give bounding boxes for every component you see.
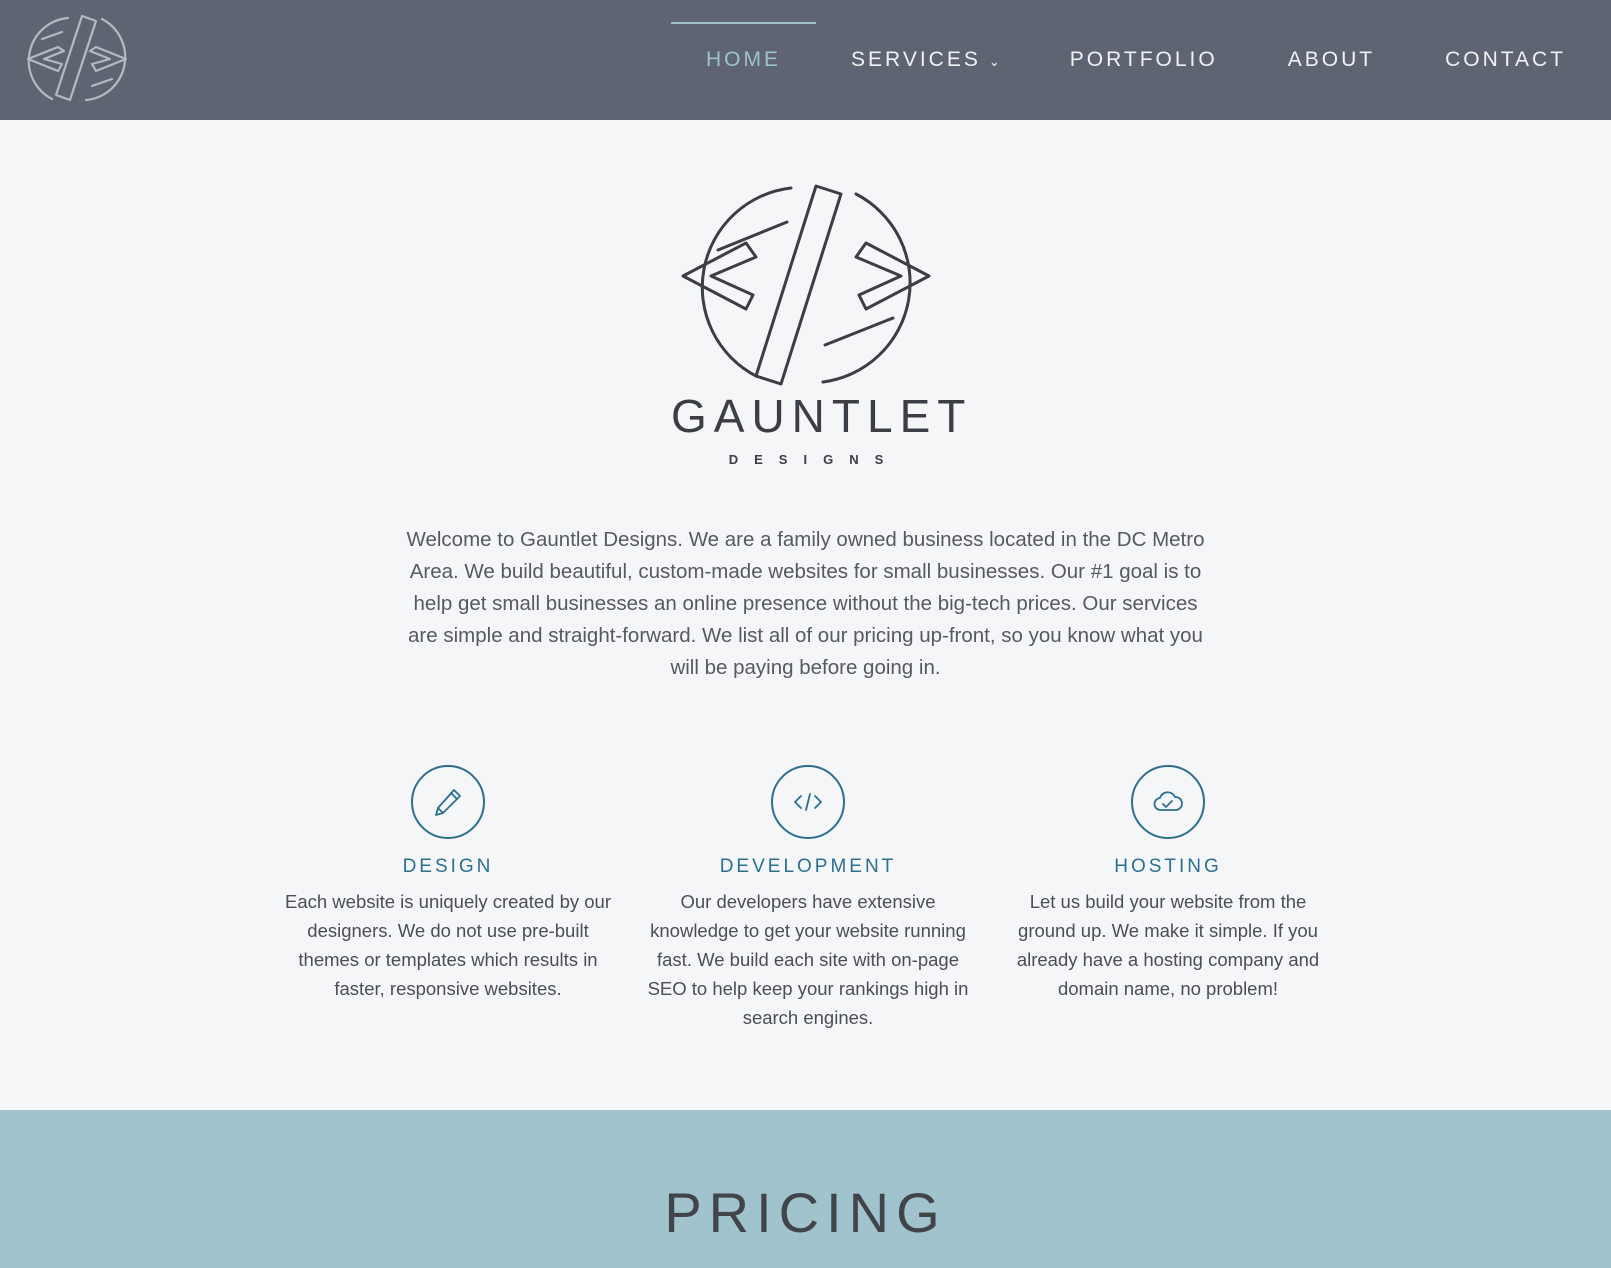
feature-development: DEVELOPMENT Our developers have extensiv… bbox=[643, 765, 973, 1032]
nav-about-label: ABOUT bbox=[1287, 48, 1376, 71]
feature-development-icon-circle bbox=[771, 765, 845, 839]
chevron-down-icon: ⌄ bbox=[988, 54, 1000, 69]
intro-text: Welcome to Gauntlet Designs. We are a fa… bbox=[406, 528, 1205, 679]
feature-development-title: DEVELOPMENT bbox=[719, 856, 897, 877]
feature-hosting-title: HOSTING bbox=[1114, 856, 1222, 877]
feature-hosting: HOSTING Let us build your website from t… bbox=[1003, 765, 1333, 1003]
nav-portfolio-label: PORTFOLIO bbox=[1069, 48, 1218, 71]
feature-design-title: DESIGN bbox=[402, 856, 494, 877]
code-icon bbox=[794, 793, 822, 811]
hero-logo: GAUNTLET DESIGNS bbox=[671, 180, 973, 480]
nav-contact[interactable]: CONTACT bbox=[1410, 0, 1611, 120]
pencil-icon bbox=[435, 789, 461, 816]
nav-logo[interactable] bbox=[22, 9, 132, 109]
feature-design-icon-circle bbox=[411, 765, 485, 839]
nav-portfolio[interactable]: PORTFOLIO bbox=[1035, 0, 1253, 120]
feature-design-text: Each website is uniquely created by our … bbox=[285, 891, 611, 999]
pricing-section: PRICING bbox=[0, 1110, 1611, 1268]
gauntlet-logo-icon bbox=[26, 14, 128, 102]
nav-about[interactable]: ABOUT bbox=[1253, 0, 1410, 120]
navbar: HOME SERVICES ⌄ PORTFOLIO ABOUT CONTACT bbox=[0, 0, 1611, 120]
main-nav: HOME SERVICES ⌄ PORTFOLIO ABOUT CONTACT bbox=[671, 0, 1611, 120]
nav-home-label: HOME bbox=[706, 48, 782, 71]
feature-development-text: Our developers have extensive knowledge … bbox=[647, 891, 969, 1028]
feature-hosting-text: Let us build your website from the groun… bbox=[1016, 891, 1320, 999]
nav-services[interactable]: SERVICES ⌄ bbox=[816, 0, 1035, 120]
brand-subtitle: DESIGNS bbox=[728, 452, 900, 467]
brand-name: GAUNTLET bbox=[671, 390, 973, 442]
nav-services-label: SERVICES bbox=[851, 48, 981, 71]
cloud-check-icon bbox=[1153, 791, 1183, 811]
feature-hosting-icon-circle bbox=[1131, 765, 1205, 839]
gauntlet-emblem-icon bbox=[681, 184, 931, 386]
feature-design: DESIGN Each website is uniquely created … bbox=[283, 765, 613, 1003]
nav-home[interactable]: HOME bbox=[671, 0, 817, 120]
nav-contact-label: CONTACT bbox=[1445, 48, 1566, 71]
pricing-title: PRICING bbox=[664, 1181, 947, 1244]
